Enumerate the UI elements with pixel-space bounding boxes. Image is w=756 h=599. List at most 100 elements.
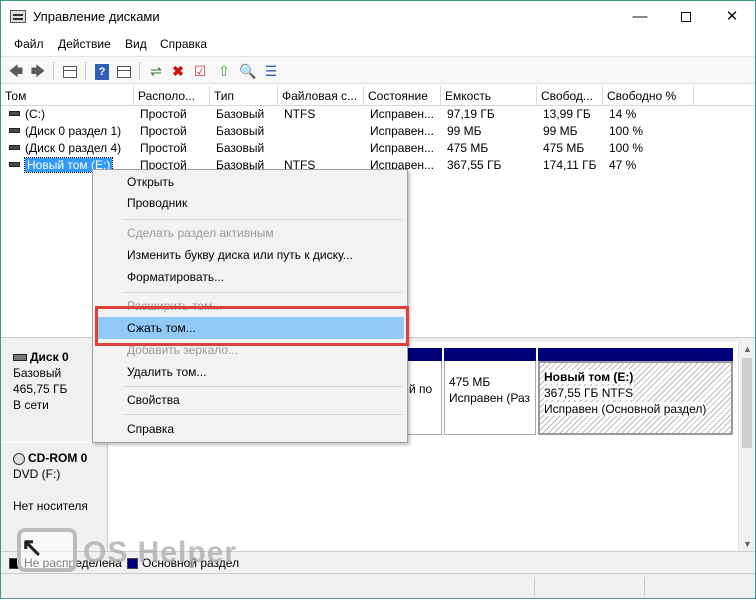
column-header-capacity[interactable]: Емкость xyxy=(441,86,537,106)
menu-help[interactable]: Справка xyxy=(160,37,207,51)
menu-item-mark-active: Сделать раздел активным xyxy=(127,226,274,240)
maximize-icon xyxy=(681,12,691,23)
partition-bar xyxy=(404,348,442,361)
menu-item-format[interactable]: Форматировать... xyxy=(96,266,404,288)
scroll-thumb[interactable] xyxy=(742,358,752,448)
scroll-up-icon[interactable]: ▲ xyxy=(743,344,752,354)
table-cell: Простой xyxy=(140,107,187,121)
help-icon[interactable]: ? xyxy=(92,61,112,81)
column-header-layout[interactable]: Располо... xyxy=(134,86,210,106)
volume-icon xyxy=(9,128,20,134)
highlight-frame xyxy=(95,306,409,346)
partition-c-label: й по xyxy=(409,382,433,396)
table-cell: Простой xyxy=(140,141,187,155)
partition-bar xyxy=(538,348,733,361)
toolbar-separator xyxy=(85,62,86,80)
menu-action[interactable]: Действие xyxy=(58,37,111,51)
check-icon[interactable]: ☑ xyxy=(190,61,210,81)
menu-item-help[interactable]: Справка xyxy=(96,418,404,440)
disk-name: Диск 0 xyxy=(30,350,69,364)
cdrom-type: DVD (F:) xyxy=(13,467,61,481)
partition-new-volume-e[interactable]: Новый том (E:) 367,55 ГБ NTFS Исправен (… xyxy=(538,348,733,435)
watermark-text: OS Helper xyxy=(83,536,238,569)
table-cell xyxy=(280,140,364,157)
menu-separator xyxy=(123,386,403,387)
menu-item-properties[interactable]: Свойства xyxy=(96,389,404,411)
table-cell: Базовый xyxy=(216,141,265,155)
table-cell: 475 МБ xyxy=(447,141,489,155)
column-header-status[interactable]: Состояние xyxy=(364,86,441,106)
delete-icon[interactable]: ✖ xyxy=(168,61,188,81)
table-cell: 99 МБ xyxy=(447,124,482,138)
volume-icon xyxy=(9,111,20,117)
menu-separator xyxy=(123,292,403,293)
properties-icon[interactable]: ☰ xyxy=(261,61,281,81)
column-header-free-percent[interactable]: Свободно % xyxy=(603,86,694,106)
table-cell: Простой xyxy=(140,124,187,138)
column-header-filesystem[interactable]: Файловая с... xyxy=(278,86,364,106)
menu-separator xyxy=(123,219,403,220)
watermark-cursor-icon: ↖ xyxy=(21,532,43,562)
toolbar-separator xyxy=(53,62,54,80)
partition-e-title: Новый том (E:) xyxy=(544,370,634,384)
menu-bar: Файл Действие Вид Справка xyxy=(1,33,755,55)
table-row-partition-1[interactable]: (Диск 0 раздел 1) xyxy=(5,123,134,140)
menu-item-delete-volume[interactable]: Удалить том... xyxy=(96,361,404,383)
table-cell: 97,19 ГБ xyxy=(447,107,495,121)
partition-size: 475 МБ xyxy=(449,375,491,389)
column-header-spacer xyxy=(694,86,755,106)
partition-e-status: Исправен (Основной раздел) xyxy=(544,402,707,416)
table-cell: Исправен... xyxy=(370,141,435,155)
toolbar-separator xyxy=(139,62,140,80)
partition-disk0-4[interactable]: 475 МБ Исправен (Раз xyxy=(444,348,536,435)
table-cell xyxy=(280,123,364,140)
partition-bar xyxy=(444,348,536,361)
forward-arrow-icon[interactable]: 🡆 xyxy=(28,61,48,81)
table-cell: 47 % xyxy=(609,158,637,172)
volume-icon xyxy=(9,145,20,151)
close-button[interactable]: ✕ xyxy=(709,1,755,33)
maximize-button[interactable] xyxy=(663,1,709,33)
cdrom-name: CD-ROM 0 xyxy=(28,451,88,465)
title-bar: Управление дисками — ✕ xyxy=(1,1,755,33)
table-cell: NTFS xyxy=(284,107,316,121)
table-row-partition-4[interactable]: (Диск 0 раздел 4) xyxy=(5,140,134,157)
column-header-type[interactable]: Тип xyxy=(210,86,278,106)
volume-icon xyxy=(9,162,20,168)
window-title: Управление дисками xyxy=(33,9,160,24)
column-header-volume[interactable]: Том xyxy=(1,86,134,106)
up-folder-icon[interactable]: ⇧ xyxy=(214,61,234,81)
search-icon[interactable]: 🔍 xyxy=(238,61,258,81)
menu-view[interactable]: Вид xyxy=(125,37,147,51)
menu-separator xyxy=(123,414,403,415)
column-header-free-space[interactable]: Свобод... xyxy=(537,86,603,106)
status-bar xyxy=(1,573,755,598)
table-cell: 100 % xyxy=(609,124,644,138)
cdrom-icon xyxy=(13,452,25,465)
table-cell: 99 МБ xyxy=(543,124,578,138)
table-cell: 174,11 ГБ xyxy=(543,158,597,172)
back-arrow-icon[interactable]: 🡄 xyxy=(6,61,26,81)
toolbar: 🡄 🡆 ? ⇌ ✖ ☑ ⇧ 🔍 ☰ xyxy=(1,56,755,84)
menu-file[interactable]: Файл xyxy=(14,37,44,51)
minimize-button[interactable]: — xyxy=(617,1,663,33)
cdrom-status: Нет носителя xyxy=(13,499,88,513)
partition-status: Исправен (Раз xyxy=(449,391,530,405)
console-tree-icon[interactable] xyxy=(60,61,80,81)
table-cell: 475 МБ xyxy=(543,141,585,155)
connect-disk-icon[interactable]: ⇌ xyxy=(146,61,166,81)
scroll-down-icon[interactable]: ▼ xyxy=(743,539,752,549)
menu-item-change-letter[interactable]: Изменить букву диска или путь к диску... xyxy=(96,244,404,266)
list-view-icon[interactable] xyxy=(114,61,134,81)
vertical-scrollbar[interactable]: ▲ ▼ xyxy=(738,342,755,551)
table-cell: 14 % xyxy=(609,107,637,121)
menu-item-open[interactable]: Открыть xyxy=(96,171,404,193)
table-cell: 367,55 ГБ xyxy=(447,158,502,172)
table-cell: Исправен... xyxy=(370,124,435,138)
table-cell: Базовый xyxy=(216,107,265,121)
table-row-c-volume[interactable]: (C:) xyxy=(5,106,134,123)
menu-item-explorer[interactable]: Проводник xyxy=(96,192,404,214)
table-cell: Базовый xyxy=(216,124,265,138)
partition-c[interactable]: й по xyxy=(404,348,442,435)
disk-management-app-icon xyxy=(10,10,26,23)
